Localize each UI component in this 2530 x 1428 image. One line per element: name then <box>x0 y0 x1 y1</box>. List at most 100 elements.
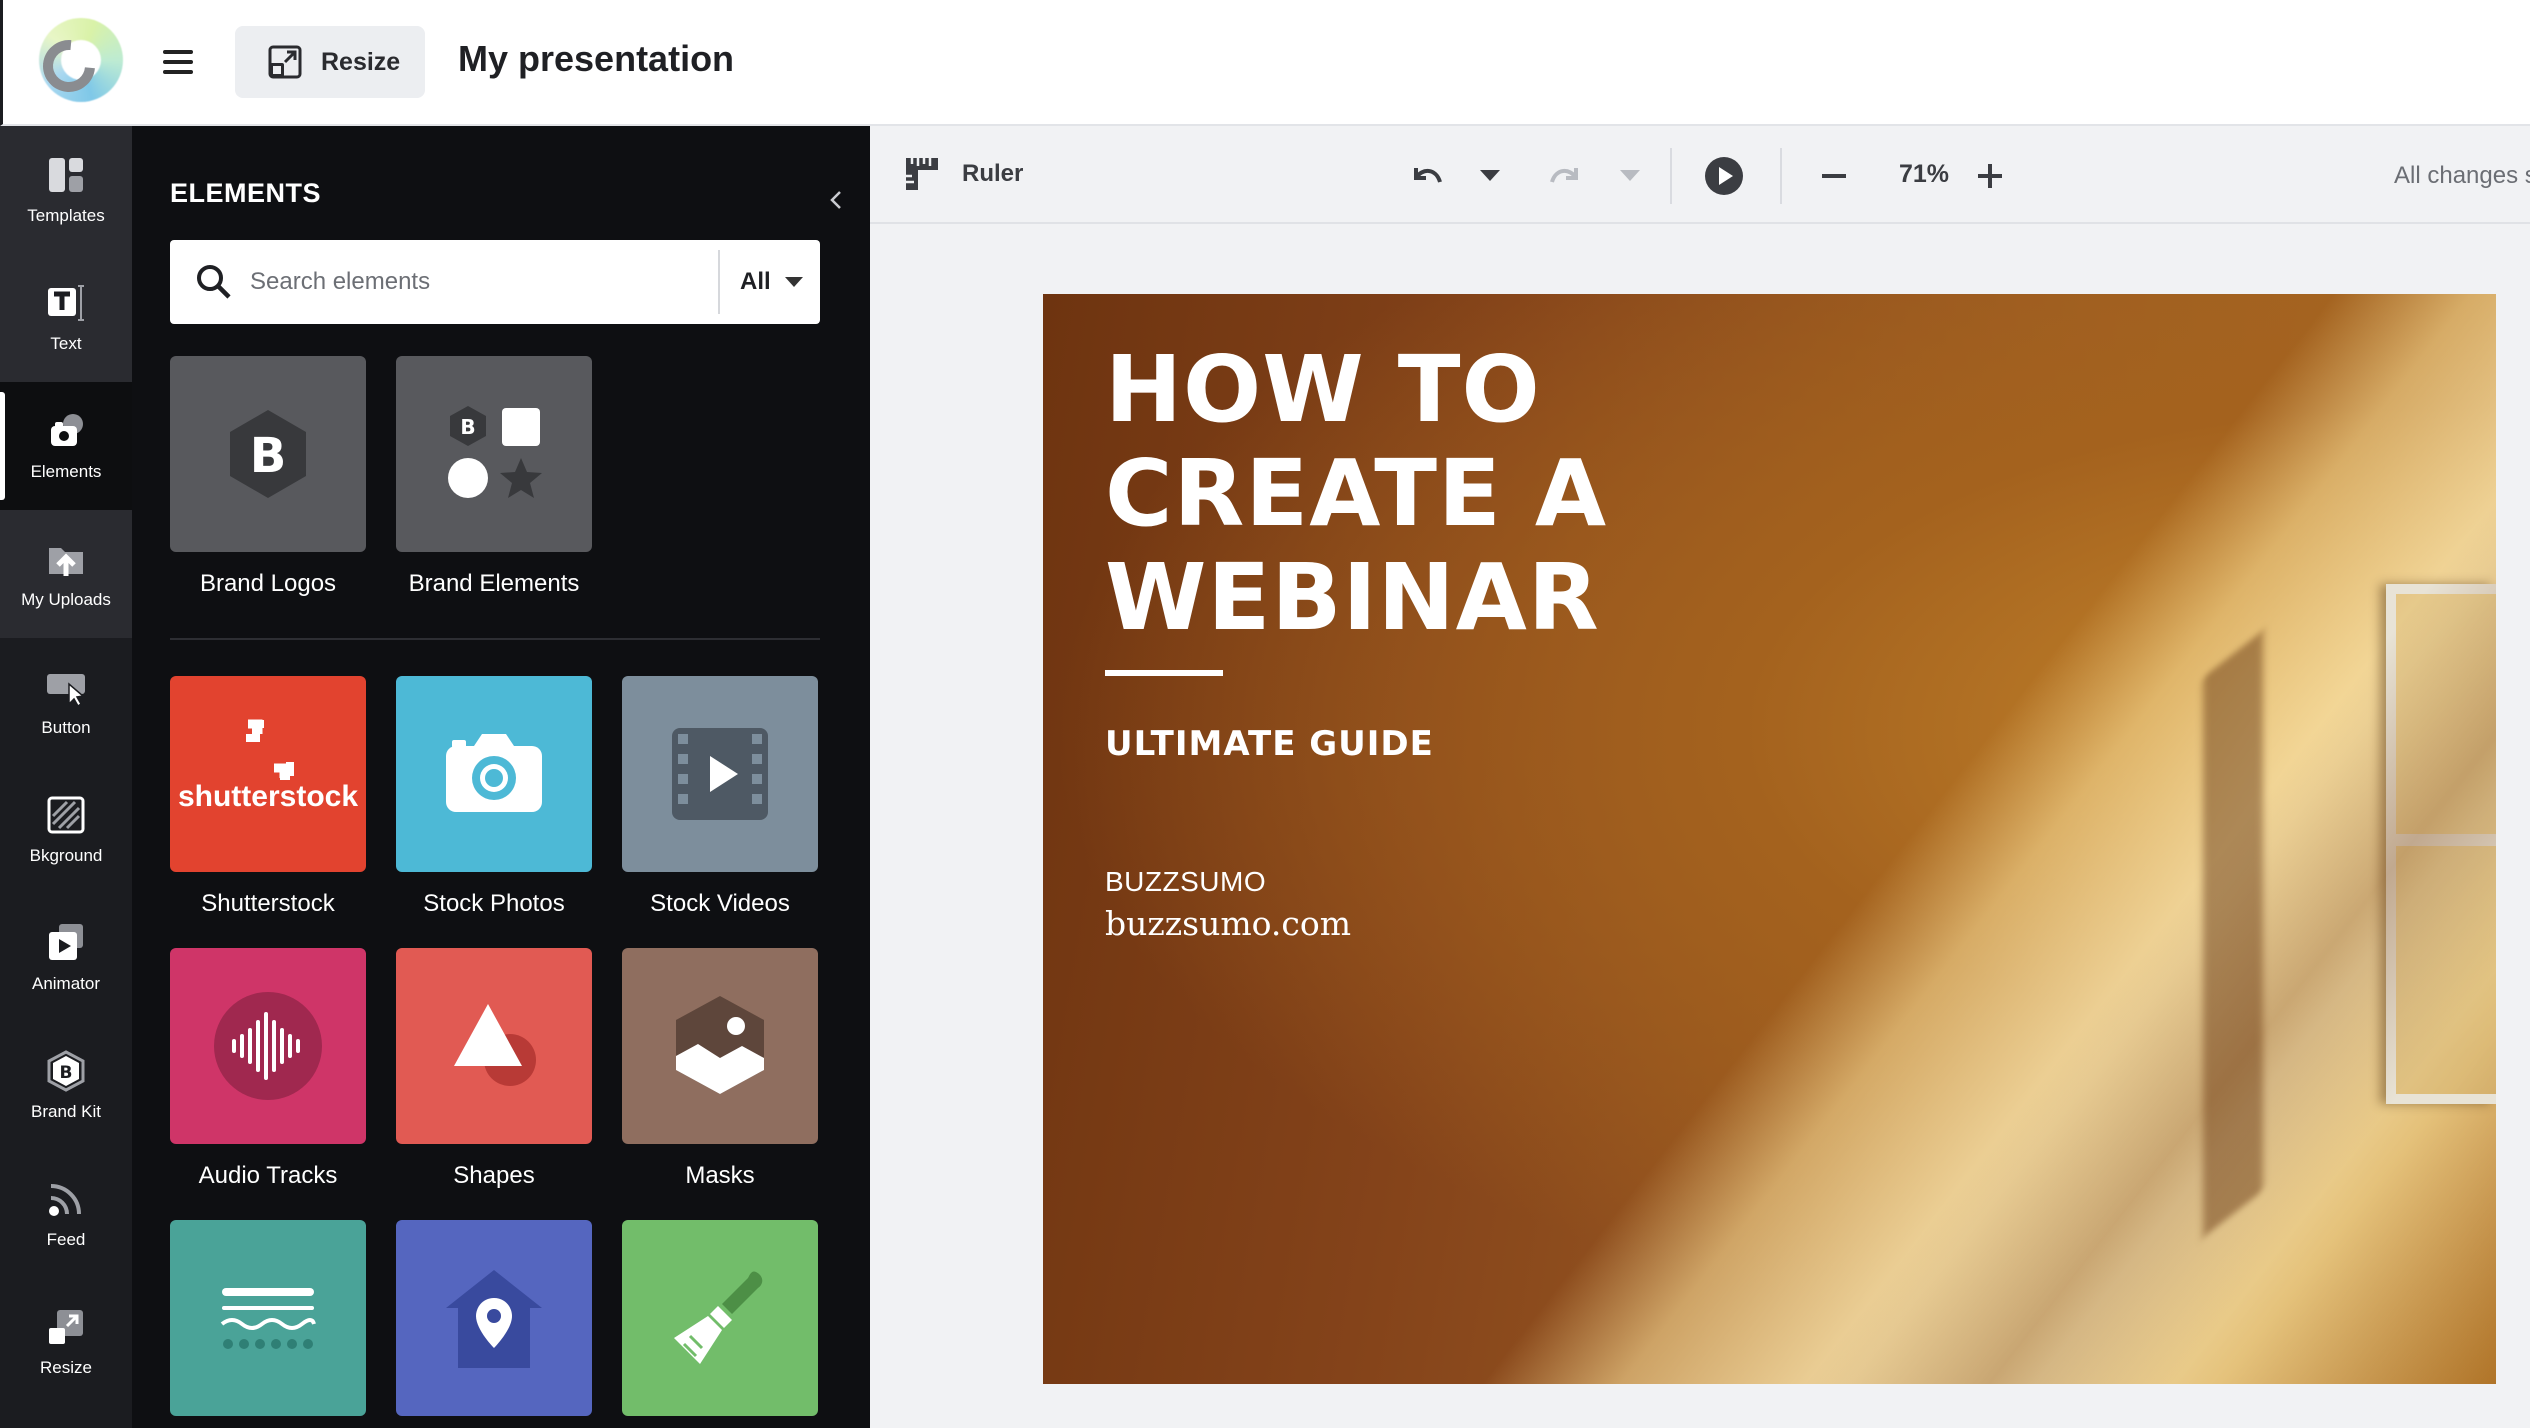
templates-icon <box>49 158 83 192</box>
brand-elements-tile[interactable]: B <box>396 356 592 552</box>
save-status: All changes s <box>2394 162 2530 189</box>
illustrations-tile[interactable] <box>622 1220 818 1416</box>
shapes-icon <box>454 1004 536 1086</box>
shutterstock-label: Shutterstock <box>201 890 335 917</box>
dividers-icon <box>220 1288 316 1349</box>
redo-icon[interactable] <box>1546 156 1586 196</box>
audio-tracks-label: Audio Tracks <box>198 1162 338 1189</box>
search-filter-dropdown[interactable]: All <box>740 240 820 324</box>
menu-icon[interactable] <box>163 50 193 74</box>
search-divider <box>718 250 720 314</box>
rail-item-elements[interactable]: Elements <box>0 382 132 510</box>
stock-photos-tile[interactable] <box>396 676 592 872</box>
left-rail: Templates Text Elements My Uploads Butto… <box>0 126 132 1428</box>
ruler-icon <box>906 158 938 190</box>
search-box: All <box>170 240 820 324</box>
slide-subtitle[interactable]: ULTIMATE GUIDE <box>1105 724 1434 764</box>
rail-item-button[interactable]: Button <box>0 638 132 766</box>
ruler-label: Ruler <box>962 160 1024 187</box>
paint-brush-icon <box>674 1271 763 1364</box>
film-play-icon <box>672 728 768 820</box>
document-title[interactable]: My presentation <box>458 38 734 80</box>
rail-item-label: Resize <box>40 1358 92 1377</box>
search-filter-value: All <box>740 268 771 295</box>
masks-icon <box>676 996 764 1094</box>
rail-item-background[interactable]: Bkground <box>0 766 132 894</box>
ruler-button[interactable]: Ruler <box>902 154 1023 194</box>
dividers-tile[interactable] <box>170 1220 366 1416</box>
resize-button[interactable]: Resize <box>235 26 425 98</box>
toolbar-separator <box>1780 148 1782 204</box>
presentation-slide[interactable]: HOW TO CREATE A WEBINAR ULTIMATE GUIDE B… <box>1043 294 2496 1384</box>
rail-item-resize[interactable]: Resize <box>0 1278 132 1406</box>
redo-history-caret-icon[interactable] <box>1620 170 1640 181</box>
rail-item-label: Templates <box>27 206 105 225</box>
resize-icon <box>268 45 302 79</box>
elements-panel: ELEMENTS All B Brand Logos B Brand El <box>132 126 870 1428</box>
brand-logos-tile[interactable]: B <box>170 356 366 552</box>
search-icon <box>197 265 231 299</box>
audio-waveform-icon <box>214 992 322 1100</box>
caret-down-icon <box>784 277 803 287</box>
brand-elements-label: Brand Elements <box>408 570 580 597</box>
toolbar-separator <box>1670 148 1672 204</box>
play-preview-icon[interactable] <box>1704 156 1744 196</box>
editor-toolbar: Ruler 71% All changes s <box>870 126 2530 224</box>
masks-tile[interactable] <box>622 948 818 1144</box>
rail-item-label: Bkground <box>29 846 103 865</box>
rail-item-label: Brand Kit <box>31 1102 101 1121</box>
zoom-level[interactable]: 71% <box>1884 160 1964 189</box>
shutterstock-wordmark: shutterstock <box>178 780 358 813</box>
svg-text:B: B <box>60 1063 73 1083</box>
slide-brand-name[interactable]: BUZZSUMO <box>1105 866 1266 898</box>
icons-tile[interactable] <box>396 1220 592 1416</box>
rail-item-label: Elements <box>30 462 102 481</box>
brand-elements-shapes-icon: B <box>448 406 542 498</box>
undo-icon[interactable] <box>1406 156 1446 196</box>
button-icon <box>47 674 85 708</box>
text-icon <box>48 285 84 321</box>
feed-icon <box>49 1184 81 1216</box>
rail-item-label: Animator <box>31 974 101 993</box>
home-location-icon <box>446 1270 542 1368</box>
rail-item-label: Feed <box>46 1230 86 1249</box>
brand-kit-icon: B <box>47 1050 85 1092</box>
rail-item-my-uploads[interactable]: My Uploads <box>0 510 132 638</box>
stock-photos-label: Stock Photos <box>423 890 565 917</box>
slide-photo-window <box>2386 584 2496 1104</box>
audio-tracks-tile[interactable] <box>170 948 366 1144</box>
rail-item-label: Button <box>41 718 91 737</box>
animator-icon <box>49 924 83 960</box>
background-icon <box>47 796 85 834</box>
search-elements-input[interactable] <box>250 240 650 324</box>
rail-item-brand-kit[interactable]: B Brand Kit <box>0 1022 132 1150</box>
rail-item-animator[interactable]: Animator <box>0 894 132 1022</box>
stock-videos-tile[interactable] <box>622 676 818 872</box>
brand-logos-label: Brand Logos <box>199 570 337 597</box>
upload-icon <box>49 548 83 576</box>
panel-title: ELEMENTS <box>170 178 322 208</box>
svg-text:B: B <box>460 415 475 439</box>
rail-item-label: My Uploads <box>21 590 111 609</box>
resize-icon <box>49 1310 83 1344</box>
rail-item-templates[interactable]: Templates <box>0 126 132 254</box>
rail-item-feed[interactable]: Feed <box>0 1150 132 1278</box>
collapse-panel-chevron-left-icon[interactable] <box>826 188 846 212</box>
slide-title[interactable]: HOW TO CREATE A WEBINAR <box>1105 338 1905 650</box>
zoom-in-plus-icon[interactable] <box>1970 156 2010 196</box>
slide-photo-shadow <box>2203 630 2263 1238</box>
shutterstock-tile[interactable]: shutterstock <box>170 676 366 872</box>
slide-title-underline[interactable] <box>1105 670 1223 676</box>
resize-button-label: Resize <box>321 47 401 76</box>
canvas-area: Ruler 71% All changes s HOW TO CREATE A … <box>870 126 2530 1428</box>
masks-label: Masks <box>685 1162 755 1189</box>
undo-history-caret-icon[interactable] <box>1480 170 1500 181</box>
camera-icon <box>446 734 542 812</box>
svg-text:B: B <box>250 428 287 484</box>
shapes-tile[interactable] <box>396 948 592 1144</box>
slide-brand-url[interactable]: buzzsumo.com <box>1105 904 1351 943</box>
brand-logo-hexagon-icon: B <box>230 410 306 498</box>
top-header: Resize My presentation <box>0 0 2530 126</box>
rail-item-text[interactable]: Text <box>0 254 132 382</box>
zoom-out-minus-icon[interactable] <box>1814 156 1854 196</box>
